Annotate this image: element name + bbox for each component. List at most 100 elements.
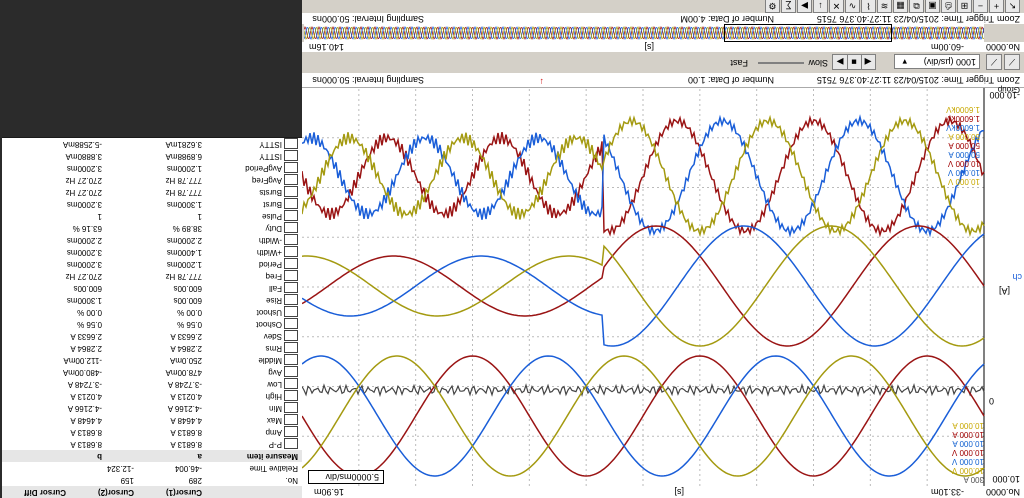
measure-row[interactable]: Bursts 777.78 Hz 270.27 Hz [2, 185, 302, 198]
measure-row[interactable]: Avg 478.00mA -480.00mA [2, 365, 302, 378]
legend-top: 10.000 V 10.000 V 10.000 V 50.000 A 50.000 A… [900, 96, 980, 186]
play-icon[interactable]: ▶ [797, 0, 812, 13]
xy-icon[interactable]: ✕ [829, 0, 844, 13]
measure-row[interactable]: Middle 250.0mA -112.00mA [2, 353, 302, 366]
overview-sampling: Sampling Interval: 50.000ns [312, 14, 424, 24]
measure-row[interactable]: Fall 600.00s 600.00s [2, 281, 302, 294]
save-icon[interactable]: ▣ [925, 0, 940, 13]
measure-value-a: 3.6281mA [165, 140, 202, 149]
measure-value-b: 3.2000ms [66, 200, 102, 209]
measure-value-a: 2.2000ms [166, 236, 202, 245]
measure-item-name: Min [269, 404, 282, 413]
cursor-no-row[interactable]: No. 289 159 [2, 473, 302, 486]
cursor-time-row[interactable]: Relative Time -46.004 -12.324 [2, 461, 302, 474]
measure-value-a: 0.56 % [177, 320, 202, 329]
measure-row[interactable]: P-P 8.6813 A 8.6813 A [2, 437, 302, 450]
y-axis-zero: 0 [988, 396, 994, 406]
measure-row[interactable]: ISTTY 6.8988mA 3.8880mA [2, 149, 302, 162]
grid-icon[interactable]: ▦ [893, 0, 908, 13]
measure-item-icon [284, 186, 298, 197]
marker-icon[interactable]: ↓ [813, 0, 828, 13]
legend-entry: 10.000 V [947, 177, 980, 186]
measure-row[interactable]: Amp 8.6813 A 8.6813 A [2, 425, 302, 438]
zoom-out-icon[interactable]: − [973, 0, 988, 13]
filter-icon[interactable]: ⌇ [861, 0, 876, 13]
measure-row[interactable]: +Width 1.4000ms 3.2000ms [2, 245, 302, 258]
measure-row[interactable]: High 4.0213 A 4.0213 A [2, 389, 302, 402]
measure-row[interactable]: Duty 38.89 % 63.16 % [2, 221, 302, 234]
measure-item-name: AvgFreq [251, 176, 282, 185]
measure-row[interactable]: Rise 600.00s 1.3000ms [2, 293, 302, 306]
scope-window: No.0000 -33.10m [s] 16.90m 10.000 0 [A] … [302, 0, 1024, 498]
speed-slider[interactable] [758, 62, 804, 64]
measure-value-b: -3.7248 A [67, 380, 102, 389]
measure-row[interactable]: Low -3.7248 A -3.7248 A [2, 377, 302, 390]
measure-row[interactable]: ISTTY 3.6281mA -5.2588mA [2, 137, 302, 150]
measure-item-icon [284, 270, 298, 281]
measure-item-icon [284, 354, 298, 365]
measure-row[interactable]: Max 4.4648 A 4.4648 A [2, 413, 302, 426]
copy-icon[interactable]: ⧉ [909, 0, 924, 13]
measure-row[interactable]: -Width 2.2000ms 2.2000ms [2, 233, 302, 246]
measure-value-b: 1.3000ms [66, 296, 102, 305]
legend-entry: 10.000 V [947, 168, 980, 177]
trigger-marker: ↓ [539, 77, 545, 87]
measure-row[interactable]: Pulse 1 1 [2, 209, 302, 222]
measure-row[interactable]: Min -4.2166 A -4.2166 A [2, 401, 302, 414]
measure-value-b: 0.56 % [77, 320, 102, 329]
main-record-no: No.0000 [985, 487, 1020, 497]
cursor-icon[interactable]: ↖ [1005, 0, 1020, 13]
next-button[interactable]: ▶ [832, 54, 848, 70]
wave-icon[interactable]: ⟋ [1004, 54, 1020, 70]
zoom-in-icon[interactable]: + [989, 0, 1004, 13]
measure-item-name: Period [258, 260, 282, 269]
sampling-interval: Sampling Interval: 50.000ns [312, 75, 424, 85]
measure-item-icon [284, 318, 298, 329]
main-time-unit: [s] [674, 487, 684, 497]
time-div-select[interactable]: 1000 (µs/div) ▾ [894, 54, 980, 69]
measure-value-b: 4.0213 A [70, 392, 102, 401]
measure-value-a: -3.7248 A [167, 380, 202, 389]
cursor-value: 289 [188, 476, 202, 485]
stop-button[interactable]: ■ [846, 54, 862, 70]
main-start-time: -33.10m [930, 487, 964, 497]
measure-row[interactable]: Rms 2.2864 A 2.2864 A [2, 341, 302, 354]
measure-value-b: 270.27 Hz [65, 176, 102, 185]
legend-entry: 50.000 A [948, 150, 980, 159]
measure-value-b: 270.27 Hz [65, 188, 102, 197]
measure-icon[interactable]: ⊞ [957, 0, 972, 13]
legend-entry: 10.000 A [952, 430, 984, 439]
measure-row[interactable]: Oshoot 0.56 % 0.56 % [2, 317, 302, 330]
settings-icon[interactable]: ⚙ [765, 0, 780, 13]
measure-row[interactable]: Sdev 2.6633 A 2.6633 A [2, 329, 302, 342]
measure-header: a [197, 452, 202, 461]
measure-item-icon [284, 378, 298, 389]
measure-value-b: 2.2000ms [66, 236, 102, 245]
plot-area[interactable]: 10.000 0 [A] ch -10.000 10.000 V 10.000 V… [302, 88, 1024, 486]
measure-item-icon [284, 414, 298, 425]
measure-row[interactable]: Ushoot 0.00 % 0.00 % [2, 305, 302, 318]
cursor-header: Cursor(2) [97, 488, 134, 497]
overview-zoom-window[interactable] [724, 24, 892, 42]
measure-row[interactable]: AvgFreq 777.78 Hz 270.27 Hz [2, 173, 302, 186]
fast-label: Fast [730, 58, 748, 68]
overview-strip[interactable] [303, 24, 985, 42]
print-icon[interactable]: ⎙ [941, 0, 956, 13]
measure-value-b: -480.00mA [62, 368, 102, 377]
number-of-data: Number of Data: 1.00 [687, 75, 774, 85]
fft-icon[interactable]: ∿ [845, 0, 860, 13]
prev-button[interactable]: ◀ [860, 54, 876, 70]
measure-item-name: Amp [265, 428, 282, 437]
channel-icon[interactable]: ≋ [877, 0, 892, 13]
measure-item-name: Bursts [259, 188, 282, 197]
measure-row[interactable]: AvgPeriod 1.2000ms 3.2000ms [2, 161, 302, 174]
legend-entry: 10.000 V [951, 457, 984, 466]
measure-value-a: 8.6813 A [170, 440, 202, 449]
measure-row[interactable]: Burst 1.3000ms 3.2000ms [2, 197, 302, 210]
measure-row[interactable]: Freq 777.78 Hz 270.27 Hz [2, 269, 302, 282]
measure-value-b: 8.6813 A [70, 440, 102, 449]
wave2-icon[interactable]: ⟋ [986, 54, 1002, 70]
measure-value-b: 600.00s [73, 284, 102, 293]
measure-row[interactable]: Period 1.2000ms 3.2000ms [2, 257, 302, 270]
math-icon[interactable]: ∑ [781, 0, 796, 13]
